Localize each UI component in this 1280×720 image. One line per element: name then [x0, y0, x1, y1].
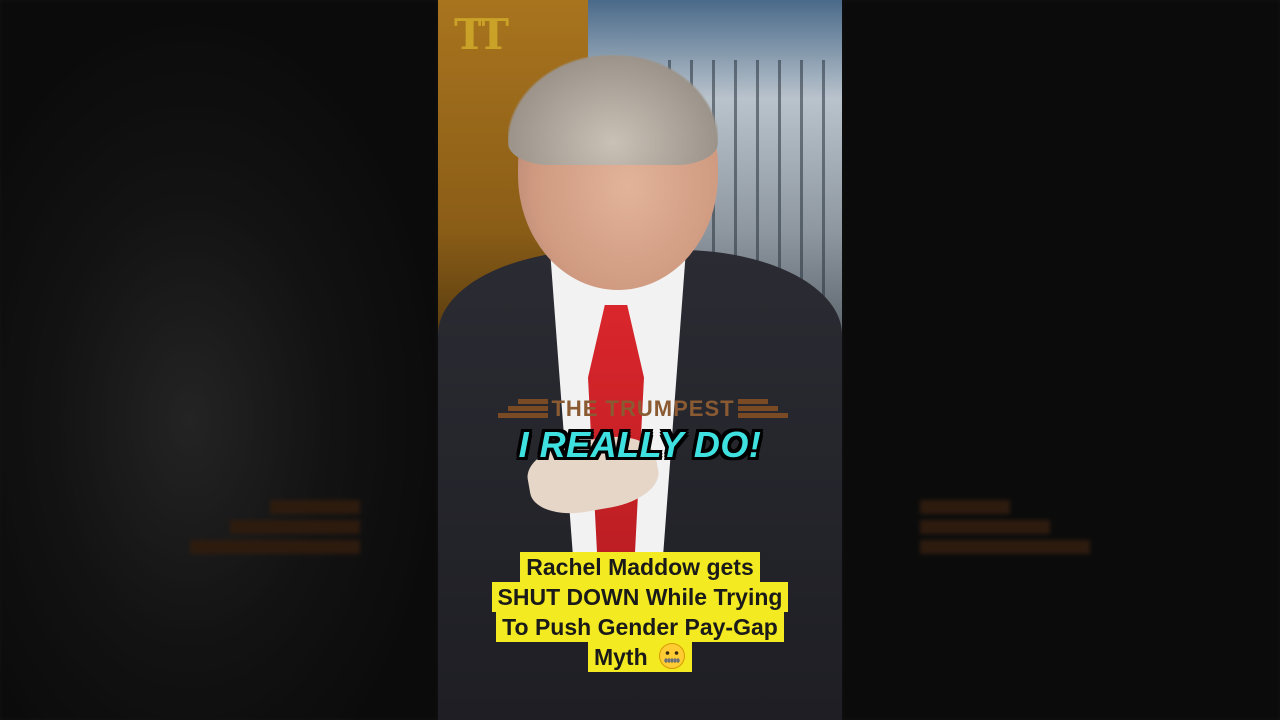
zipper-mouth-face-icon: [659, 643, 686, 669]
subtitle-caption: I REALLY DO!: [518, 424, 762, 465]
title-line: SHUT DOWN While Trying: [491, 582, 789, 612]
video-title-overlay: Rachel Maddow gets SHUT DOWN While Tryin…: [472, 552, 808, 672]
left-shade: [0, 0, 438, 720]
title-line: Rachel Maddow gets: [520, 552, 760, 582]
channel-logo: TT: [454, 10, 509, 59]
watermark-text: THE TRUMPEST: [551, 396, 735, 421]
video-frame[interactable]: TH TT THE TRUMPEST I REALLY DO! Rachel M…: [438, 0, 842, 720]
watermark: THE TRUMPEST: [498, 395, 788, 425]
title-line-last: Myth: [587, 642, 693, 672]
title-line: To Push Gender Pay-Gap: [496, 612, 784, 642]
title-line-text: Myth: [593, 644, 648, 670]
right-shade: [842, 0, 1280, 720]
hair: [508, 55, 718, 165]
